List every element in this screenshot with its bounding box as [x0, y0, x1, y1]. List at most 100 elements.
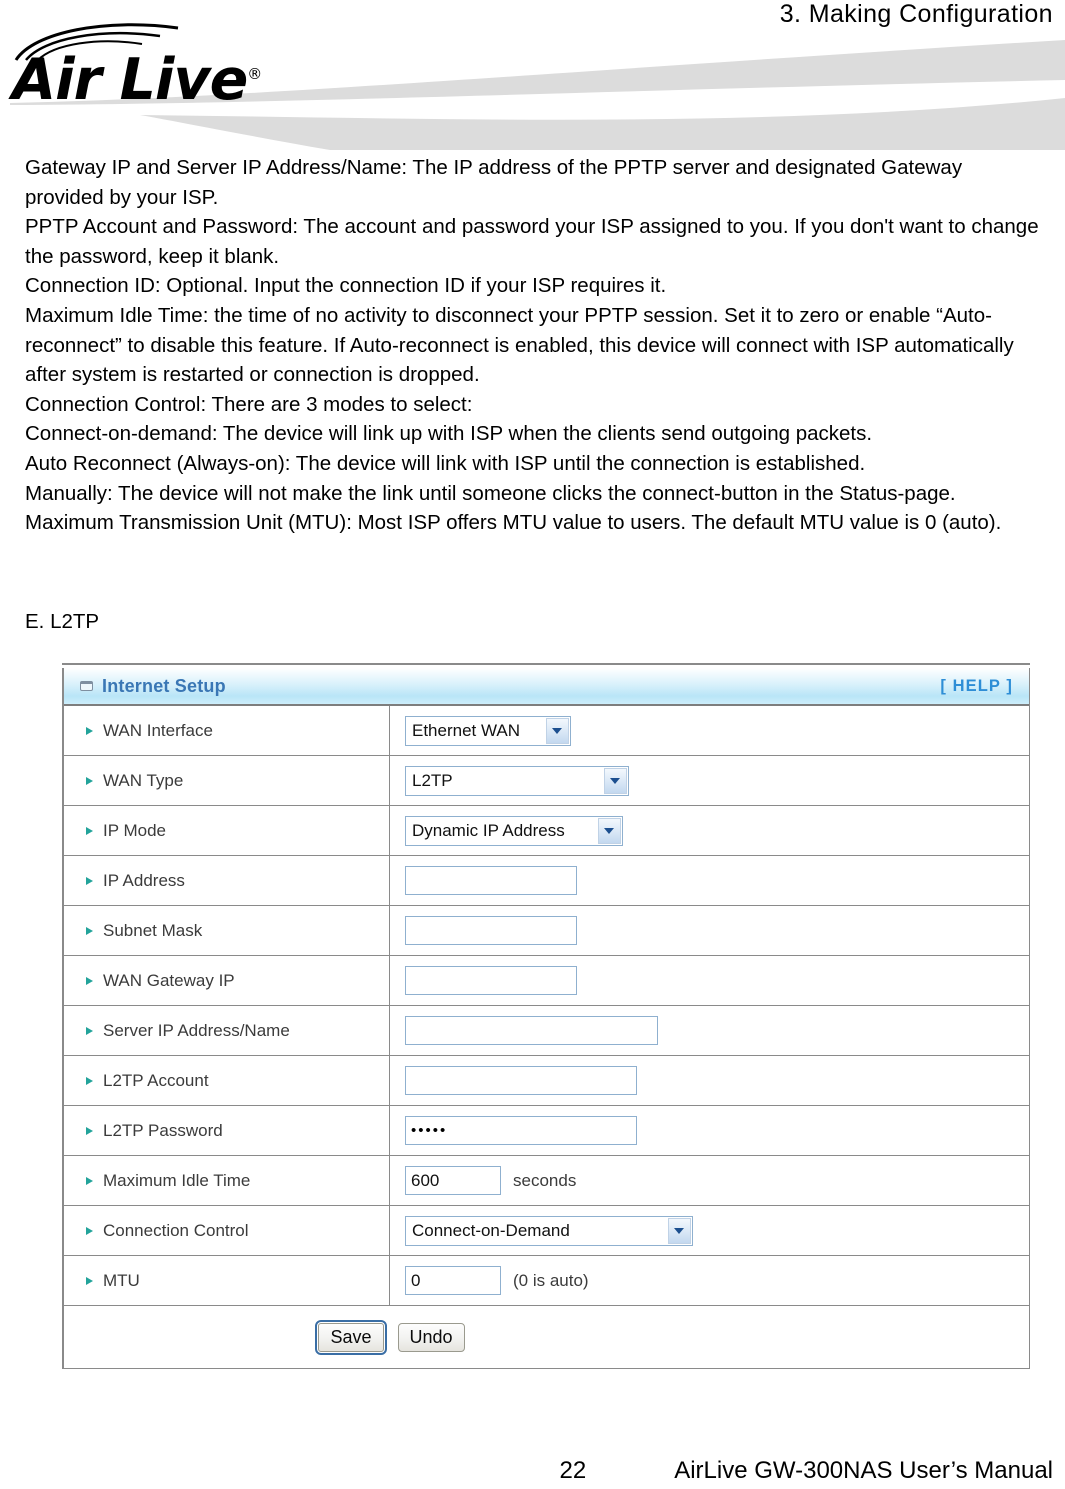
paragraph-maximum-idle-time: Maximum Idle Time: the time of no activi… — [25, 303, 1014, 387]
paragraph-connection-id: Connection ID: Optional. Input the conne… — [25, 274, 667, 298]
bullet-arrow-icon — [86, 1176, 93, 1185]
row-label-text: WAN Interface — [103, 720, 213, 740]
field-cell-l2tp-account — [390, 1056, 1029, 1105]
row-server-ip-address: Server IP Address/Name — [64, 1006, 1029, 1056]
paragraph-gateway-ip: Gateway IP and Server IP Address/Name: T… — [25, 156, 963, 209]
paragraph-auto-reconnect: Auto Reconnect (Always-on): The device w… — [25, 451, 866, 475]
wan-interface-select-value: Ethernet WAN — [412, 720, 521, 740]
field-cell-maximum-idle-time: 600 seconds — [390, 1156, 1029, 1205]
save-button[interactable]: Save — [315, 1319, 387, 1355]
field-cell-wan-interface: Ethernet WAN — [390, 706, 1029, 755]
field-cell-server-ip-address — [390, 1006, 1029, 1055]
maximum-idle-time-input[interactable]: 600 — [405, 1166, 501, 1195]
paragraph-pptp-account: PPTP Account and Password: The account a… — [25, 215, 1039, 268]
row-ip-address: IP Address — [64, 856, 1029, 906]
registered-mark: ® — [247, 65, 262, 83]
help-link[interactable]: [ HELP ] — [940, 677, 1013, 696]
chevron-down-icon — [597, 817, 621, 844]
connection-control-select[interactable]: Connect-on-Demand — [405, 1215, 693, 1246]
row-label-text: Server IP Address/Name — [103, 1020, 290, 1040]
wan-type-select[interactable]: L2TP — [405, 765, 629, 796]
label-cell-ip-mode: IP Mode — [64, 806, 390, 855]
label-cell-l2tp-password: L2TP Password — [64, 1106, 390, 1155]
label-cell-maximum-idle-time: Maximum Idle Time — [64, 1156, 390, 1205]
row-label-text: Connection Control — [103, 1220, 249, 1240]
bullet-arrow-icon — [86, 1126, 93, 1135]
row-label-text: MTU — [103, 1270, 140, 1290]
paragraph-manually: Manually: The device will not make the l… — [25, 481, 956, 505]
section-heading-l2tp: E. L2TP — [25, 610, 100, 633]
bullet-arrow-icon — [86, 776, 93, 785]
maximum-idle-time-unit: seconds — [513, 1170, 577, 1190]
bullet-arrow-icon — [86, 1076, 93, 1085]
airlive-logo: Air Live® — [8, 22, 338, 112]
ip-mode-select[interactable]: Dynamic IP Address — [405, 815, 623, 846]
row-l2tp-password: L2TP Password ••••• — [64, 1106, 1029, 1156]
chevron-down-icon — [667, 1217, 691, 1244]
field-cell-subnet-mask — [390, 906, 1029, 955]
l2tp-password-input[interactable]: ••••• — [405, 1116, 637, 1145]
label-cell-subnet-mask: Subnet Mask — [64, 906, 390, 955]
page-header: 3. Making Configuration Air Live® — [0, 0, 1065, 150]
row-mtu: MTU 0 (0 is auto) — [64, 1256, 1029, 1306]
connection-control-select-value: Connect-on-Demand — [412, 1220, 570, 1240]
row-label-text: IP Mode — [103, 820, 167, 840]
page-number: 22 — [559, 1457, 587, 1484]
l2tp-account-input[interactable] — [405, 1066, 637, 1095]
wan-interface-select[interactable]: Ethernet WAN — [405, 715, 571, 746]
bullet-arrow-icon — [86, 1276, 93, 1285]
undo-button[interactable]: Undo — [397, 1322, 465, 1352]
label-cell-wan-type: WAN Type — [64, 756, 390, 805]
chapter-title: 3. Making Configuration — [779, 0, 1053, 28]
row-wan-interface: WAN Interface Ethernet WAN — [64, 706, 1029, 756]
paragraph-connect-on-demand: Connect-on-demand: The device will link … — [25, 422, 873, 446]
field-cell-connection-control: Connect-on-Demand — [390, 1206, 1029, 1255]
paragraph-connection-control: Connection Control: There are 3 modes to… — [25, 392, 473, 416]
ip-address-input[interactable] — [405, 866, 577, 895]
row-maximum-idle-time: Maximum Idle Time 600 seconds — [64, 1156, 1029, 1206]
airlive-wordmark: Air Live® — [12, 47, 262, 113]
bullet-arrow-icon — [86, 926, 93, 935]
label-cell-l2tp-account: L2TP Account — [64, 1056, 390, 1105]
row-l2tp-account: L2TP Account — [64, 1056, 1029, 1106]
body-copy: Gateway IP and Server IP Address/Name: T… — [25, 153, 1045, 538]
bullet-arrow-icon — [86, 876, 93, 885]
row-label-text: L2TP Password — [103, 1120, 223, 1140]
bullet-arrow-icon — [86, 976, 93, 985]
subnet-mask-input[interactable] — [405, 916, 577, 945]
field-cell-l2tp-password: ••••• — [390, 1106, 1029, 1155]
manual-title: AirLive GW-300NAS User’s Manual — [674, 1457, 1053, 1484]
wan-type-select-value: L2TP — [412, 770, 453, 790]
wan-gateway-ip-input[interactable] — [405, 966, 577, 995]
bullet-arrow-icon — [86, 726, 93, 735]
row-wan-gateway-ip: WAN Gateway IP — [64, 956, 1029, 1006]
panel-title: Internet Setup — [102, 675, 226, 696]
field-cell-ip-address — [390, 856, 1029, 905]
row-subnet-mask: Subnet Mask — [64, 906, 1029, 956]
window-icon — [80, 681, 93, 691]
label-cell-connection-control: Connection Control — [64, 1206, 390, 1255]
label-cell-server-ip-address: Server IP Address/Name — [64, 1006, 390, 1055]
label-cell-wan-gateway-ip: WAN Gateway IP — [64, 956, 390, 1005]
row-wan-type: WAN Type L2TP — [64, 756, 1029, 806]
bullet-arrow-icon — [86, 826, 93, 835]
panel-header: Internet Setup [ HELP ] — [64, 668, 1029, 706]
server-ip-address-input[interactable] — [405, 1016, 658, 1045]
row-ip-mode: IP Mode Dynamic IP Address — [64, 806, 1029, 856]
field-cell-ip-mode: Dynamic IP Address — [390, 806, 1029, 855]
row-label-text: L2TP Account — [103, 1070, 209, 1090]
row-label-text: Maximum Idle Time — [103, 1170, 251, 1190]
page-footer: 22 AirLive GW-300NAS User’s Manual — [0, 1449, 1065, 1485]
ip-mode-select-value: Dynamic IP Address — [412, 820, 565, 840]
field-cell-wan-gateway-ip — [390, 956, 1029, 1005]
row-label-text: WAN Gateway IP — [103, 970, 235, 990]
panel-actions: Save Undo — [64, 1306, 1029, 1368]
mtu-input[interactable]: 0 — [405, 1266, 501, 1295]
label-cell-ip-address: IP Address — [64, 856, 390, 905]
label-cell-wan-interface: WAN Interface — [64, 706, 390, 755]
router-screenshot: Internet Setup [ HELP ] WAN Interface Et… — [62, 668, 1030, 1369]
row-label-text: IP Address — [103, 870, 185, 890]
internet-setup-panel: Internet Setup [ HELP ] WAN Interface Et… — [62, 668, 1030, 1369]
row-label-text: WAN Type — [103, 770, 184, 790]
mtu-hint: (0 is auto) — [513, 1270, 589, 1290]
